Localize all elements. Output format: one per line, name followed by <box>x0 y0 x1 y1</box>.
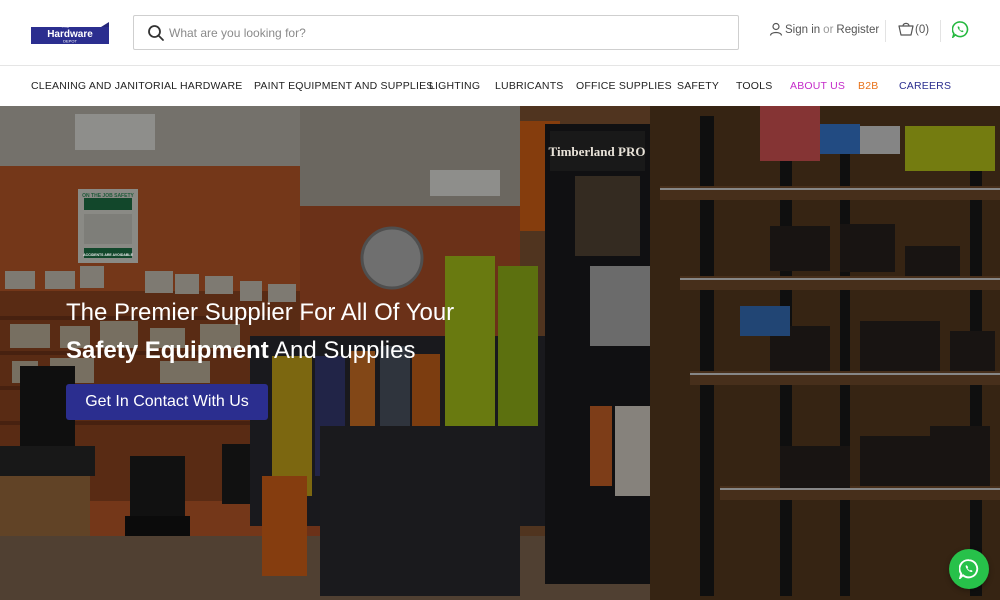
account-or-text: or <box>823 24 834 36</box>
nav-item-lighting[interactable]: LIGHTING <box>429 80 480 92</box>
cart-count[interactable]: (0) <box>915 24 929 36</box>
hero-title-line2: Safety Equipment And Supplies <box>66 332 454 370</box>
user-icon[interactable] <box>769 22 783 36</box>
main-nav: CLEANING AND JANITORIAL HARDWARE PAINT E… <box>0 67 1000 106</box>
hero-banner: ON THE JOB SAFETY ACCIDENTS ARE AVOIDABL… <box>0 106 1000 600</box>
header-divider <box>940 20 941 42</box>
sign-in-link[interactable]: Sign in <box>785 24 820 36</box>
nav-item-office-supplies[interactable]: OFFICE SUPPLIES <box>576 80 672 92</box>
site-header: THE Hardware DEPOT Sign inorRegister (0) <box>0 0 1000 66</box>
hero-title-rest: And Supplies <box>268 337 416 364</box>
header-divider <box>885 20 886 42</box>
logo-top-text: THE <box>61 24 69 29</box>
hero-title: The Premier Supplier For All Of Your Saf… <box>66 294 454 370</box>
whatsapp-chat-button[interactable] <box>949 549 989 589</box>
nav-item-cleaning-and-janitorial[interactable]: CLEANING AND JANITORIAL <box>31 80 177 92</box>
nav-item-about-us[interactable]: ABOUT US <box>790 80 845 92</box>
search-icon[interactable] <box>147 24 165 42</box>
hero-title-bold: Safety Equipment <box>66 337 269 364</box>
safety-sign-headline: ON THE JOB SAFETY <box>82 193 134 199</box>
hero-title-line1: The Premier Supplier For All Of Your <box>66 299 455 326</box>
nav-item-careers[interactable]: CAREERS <box>899 80 951 92</box>
account-links: Sign in or Register <box>785 24 879 36</box>
whatsapp-icon[interactable] <box>952 21 969 38</box>
display-brand-sign: Timberland PRO <box>549 144 646 159</box>
logo-sub-text: DEPOT <box>63 39 77 44</box>
register-link[interactable]: Register <box>836 24 879 36</box>
nav-item-hardware[interactable]: HARDWARE <box>180 80 242 92</box>
search-bar[interactable] <box>133 15 739 50</box>
safety-sign-footer: ACCIDENTS ARE AVOIDABLE <box>83 253 134 257</box>
nav-item-lubricants[interactable]: LUBRICANTS <box>495 80 564 92</box>
nav-item-b2b[interactable]: B2B <box>858 80 878 92</box>
nav-item-paint-equipment-and-supplies[interactable]: PAINT EQUIPMENT AND SUPPLIES <box>254 80 433 92</box>
nav-item-tools[interactable]: TOOLS <box>736 80 772 92</box>
cart-icon[interactable] <box>898 22 914 36</box>
logo[interactable]: THE Hardware DEPOT <box>31 22 109 44</box>
search-input[interactable] <box>169 16 729 49</box>
contact-us-button[interactable]: Get In Contact With Us <box>66 384 268 420</box>
whatsapp-icon <box>959 559 979 579</box>
nav-item-safety[interactable]: SAFETY <box>677 80 719 92</box>
